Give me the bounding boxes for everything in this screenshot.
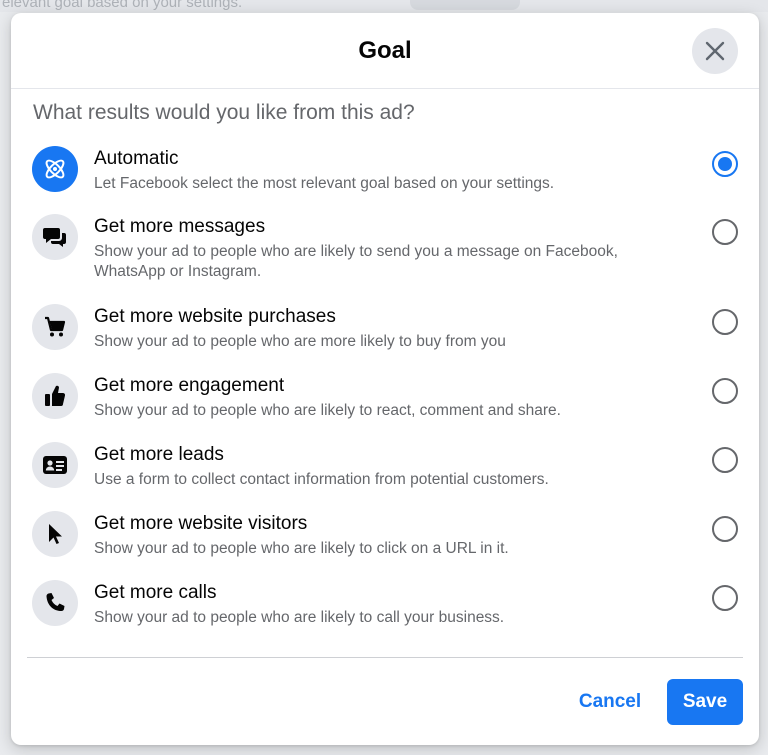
option-title: Get more messages bbox=[94, 216, 266, 237]
background-header: elevant goal based on your settings. bbox=[0, 0, 768, 12]
radio-purchases[interactable] bbox=[712, 309, 738, 335]
option-title: Get more calls bbox=[94, 582, 217, 603]
radio-website-visitors[interactable] bbox=[712, 516, 738, 542]
goal-option-messages[interactable]: Get more messages Show your ad to people… bbox=[11, 211, 759, 289]
goal-option-website-visitors[interactable]: Get more website visitors Show your ad t… bbox=[11, 508, 759, 568]
goal-option-engagement[interactable]: Get more engagement Show your ad to peop… bbox=[11, 370, 759, 430]
option-title: Get more website purchases bbox=[94, 306, 336, 327]
goal-option-purchases[interactable]: Get more website purchases Show your ad … bbox=[11, 301, 759, 361]
shopping-cart-icon bbox=[32, 304, 78, 350]
dialog-question: What results would you like from this ad… bbox=[33, 101, 415, 124]
option-description: Show your ad to people who are likely to… bbox=[94, 243, 618, 280]
option-description: Show your ad to people who are more like… bbox=[94, 333, 506, 350]
radio-engagement[interactable] bbox=[712, 378, 738, 404]
radio-messages[interactable] bbox=[712, 219, 738, 245]
background-text: elevant goal based on your settings. bbox=[2, 0, 243, 11]
cursor-icon bbox=[32, 511, 78, 557]
close-icon bbox=[705, 41, 725, 61]
radio-automatic[interactable] bbox=[712, 151, 738, 177]
option-title: Automatic bbox=[94, 148, 179, 169]
option-title: Get more engagement bbox=[94, 375, 285, 396]
background-pill bbox=[410, 0, 520, 10]
option-description: Show your ad to people who are likely to… bbox=[94, 540, 509, 557]
option-description: Show your ad to people who are likely to… bbox=[94, 609, 505, 626]
goal-dialog: Goal What results would you like from th… bbox=[11, 13, 759, 745]
radio-leads[interactable] bbox=[712, 447, 738, 473]
contact-card-icon bbox=[32, 442, 78, 488]
atom-icon bbox=[32, 146, 78, 192]
goal-option-automatic[interactable]: Automatic Let Facebook select the most r… bbox=[11, 143, 759, 203]
dialog-header: Goal bbox=[11, 13, 759, 89]
close-button[interactable] bbox=[692, 28, 738, 74]
thumbs-up-icon bbox=[32, 373, 78, 419]
goal-option-calls[interactable]: Get more calls Show your ad to people wh… bbox=[11, 577, 759, 637]
option-description: Show your ad to people who are likely to… bbox=[94, 402, 561, 419]
save-button[interactable]: Save bbox=[667, 679, 743, 725]
goal-option-leads[interactable]: Get more leads Use a form to collect con… bbox=[11, 439, 759, 499]
chat-bubbles-icon bbox=[32, 214, 78, 260]
radio-calls[interactable] bbox=[712, 585, 738, 611]
cancel-button[interactable]: Cancel bbox=[562, 680, 658, 724]
option-title: Get more leads bbox=[94, 444, 224, 465]
dialog-title: Goal bbox=[358, 37, 412, 64]
phone-icon bbox=[32, 580, 78, 626]
option-description: Let Facebook select the most relevant go… bbox=[94, 175, 555, 192]
option-title: Get more website visitors bbox=[94, 513, 308, 534]
footer-divider bbox=[27, 657, 743, 658]
option-description: Use a form to collect contact informatio… bbox=[94, 471, 549, 488]
